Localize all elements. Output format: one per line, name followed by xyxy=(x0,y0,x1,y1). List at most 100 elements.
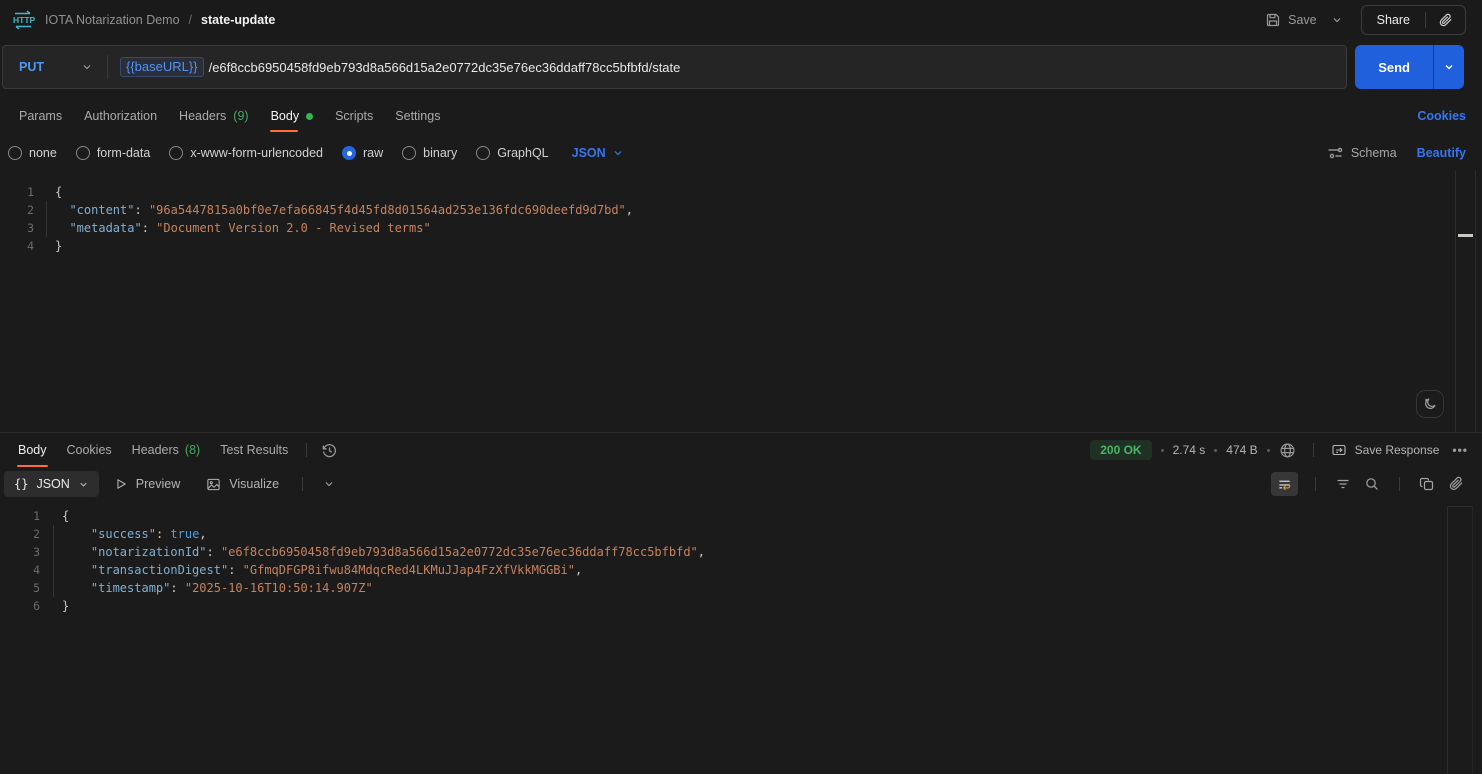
beautify-button[interactable]: Beautify xyxy=(1417,146,1466,160)
request-url-box: PUT {{baseURL}} /e6f8ccb6950458fd9eb793d… xyxy=(2,45,1348,89)
wrap-text-button[interactable] xyxy=(1271,472,1298,496)
code-line: 3 "notarizationId": "e6f8ccb6950458fd9eb… xyxy=(0,543,1482,561)
copy-icon[interactable] xyxy=(1417,474,1437,494)
code-line: 1{ xyxy=(0,183,1482,201)
format-more-chevron-icon[interactable] xyxy=(315,478,343,490)
request-editor-scrollbar[interactable] xyxy=(1455,170,1476,432)
language-dropdown[interactable]: JSON xyxy=(572,146,624,160)
status-badge[interactable]: 200 OK xyxy=(1090,440,1152,460)
radio-raw[interactable]: raw xyxy=(342,146,383,160)
radio-circle-checked xyxy=(342,146,356,160)
response-tab-body[interactable]: Body xyxy=(8,433,57,467)
radio-x-www-form-urlencoded[interactable]: x-www-form-urlencoded xyxy=(169,146,323,160)
preview-button[interactable]: Preview xyxy=(103,477,191,491)
code-line: 3 "metadata": "Document Version 2.0 - Re… xyxy=(0,219,1482,237)
response-size[interactable]: 474 B xyxy=(1226,443,1257,457)
tab-body[interactable]: Body xyxy=(260,96,325,136)
more-options-button[interactable]: ••• xyxy=(1448,443,1468,457)
breadcrumb-collection[interactable]: IOTA Notarization Demo xyxy=(45,13,180,27)
method-chevron-icon xyxy=(81,61,93,73)
radio-binary[interactable]: binary xyxy=(402,146,457,160)
filter-icon[interactable] xyxy=(1333,474,1353,494)
radio-label: raw xyxy=(363,146,384,160)
save-response-label: Save Response xyxy=(1354,443,1440,457)
line-number: 4 xyxy=(27,239,34,253)
tab-headers[interactable]: Headers (9) xyxy=(168,96,260,136)
code-line: 4} xyxy=(0,237,1482,255)
response-history-icon[interactable] xyxy=(315,442,344,459)
code-text: } xyxy=(55,239,63,253)
url-input[interactable]: {{baseURL}} /e6f8ccb6950458fd9eb793d8a56… xyxy=(108,57,692,77)
send-button[interactable]: Send xyxy=(1355,45,1433,89)
save-button[interactable]: Save xyxy=(1259,8,1323,32)
divider xyxy=(306,443,308,457)
tab-authorization[interactable]: Authorization xyxy=(73,96,168,136)
radio-circle xyxy=(169,146,184,160)
top-bar: HTTP IOTA Notarization Demo / state-upda… xyxy=(0,0,1482,40)
code-text: } xyxy=(62,599,70,613)
cookies-link[interactable]: Cookies xyxy=(1417,109,1466,123)
breadcrumb: HTTP IOTA Notarization Demo / state-upda… xyxy=(10,8,275,32)
send-options-chevron-icon[interactable] xyxy=(1433,45,1464,89)
tab-params[interactable]: Params xyxy=(8,96,73,136)
response-section: Body Cookies Headers (8) Test Results 20… xyxy=(0,432,1482,774)
dot-separator xyxy=(1160,448,1164,452)
body-modified-dot xyxy=(306,112,314,120)
dot-separator xyxy=(1266,448,1270,452)
line-number: 4 xyxy=(33,563,40,577)
divider xyxy=(1399,477,1400,491)
response-editor-scrollbar[interactable] xyxy=(1447,506,1473,774)
line-number: 1 xyxy=(33,509,40,523)
radio-label: none xyxy=(29,146,57,160)
search-icon[interactable] xyxy=(1362,474,1382,494)
headers-count: (9) xyxy=(233,109,249,123)
code-line: 1{ xyxy=(0,507,1482,525)
radio-label: x-www-form-urlencoded xyxy=(190,146,323,160)
method-label: PUT xyxy=(19,60,44,74)
copy-link-icon[interactable] xyxy=(1426,6,1465,34)
save-response-button[interactable]: Save Response xyxy=(1331,442,1440,458)
breadcrumb-separator: / xyxy=(188,13,193,27)
chevron-down-icon xyxy=(78,479,89,490)
line-number: 6 xyxy=(33,599,40,613)
radio-form-data[interactable]: form-data xyxy=(75,146,150,160)
request-url-row: PUT {{baseURL}} /e6f8ccb6950458fd9eb793d… xyxy=(0,40,1482,96)
line-number: 5 xyxy=(33,581,40,595)
schema-button[interactable]: Schema xyxy=(1327,145,1397,161)
radio-label: binary xyxy=(423,146,458,160)
share-button[interactable]: Share xyxy=(1362,13,1425,27)
code-line: 2 "content": "96a5447815a0bf0e7efa66845f… xyxy=(0,201,1482,219)
tab-label: Test Results xyxy=(220,443,289,457)
response-format-dropdown[interactable]: {} JSON xyxy=(4,471,99,497)
postbot-assistant-button[interactable] xyxy=(1416,390,1444,418)
code-text: "metadata": "Document Version 2.0 - Revi… xyxy=(34,219,431,237)
radio-graphql[interactable]: GraphQL xyxy=(476,146,549,160)
dot-separator xyxy=(1214,448,1218,452)
code-text: { xyxy=(62,509,70,523)
radio-none[interactable]: none xyxy=(8,146,57,160)
method-dropdown[interactable]: PUT xyxy=(3,60,107,74)
link-icon[interactable] xyxy=(1446,474,1466,494)
response-tab-test-results[interactable]: Test Results xyxy=(210,433,298,467)
request-body-code: 1{2 "content": "96a5447815a0bf0e7efa6684… xyxy=(0,183,1482,255)
tab-settings[interactable]: Settings xyxy=(384,96,451,136)
line-number: 2 xyxy=(33,527,40,541)
response-tab-headers[interactable]: Headers (8) xyxy=(122,433,211,467)
divider xyxy=(302,477,304,491)
code-text: { xyxy=(55,185,63,199)
response-tab-cookies[interactable]: Cookies xyxy=(57,433,122,467)
tab-label: Headers xyxy=(179,109,227,123)
save-options-chevron-icon[interactable] xyxy=(1323,10,1351,30)
tab-label: Cookies xyxy=(66,443,112,457)
response-body-viewer[interactable]: 1{2 "success": true, 3 "notarizationId": … xyxy=(0,501,1482,774)
tab-scripts[interactable]: Scripts xyxy=(324,96,384,136)
network-globe-icon[interactable] xyxy=(1279,442,1296,459)
visualize-button[interactable]: Visualize xyxy=(195,477,290,492)
baseurl-variable-chip[interactable]: {{baseURL}} xyxy=(120,57,204,77)
response-time[interactable]: 2.74 s xyxy=(1173,443,1206,457)
headers-count: (8) xyxy=(184,443,201,457)
breadcrumb-request-name[interactable]: state-update xyxy=(201,13,275,27)
tab-label: Settings xyxy=(395,109,441,123)
request-body-editor[interactable]: 1{2 "content": "96a5447815a0bf0e7efa6684… xyxy=(0,170,1482,432)
save-response-icon xyxy=(1331,442,1347,458)
